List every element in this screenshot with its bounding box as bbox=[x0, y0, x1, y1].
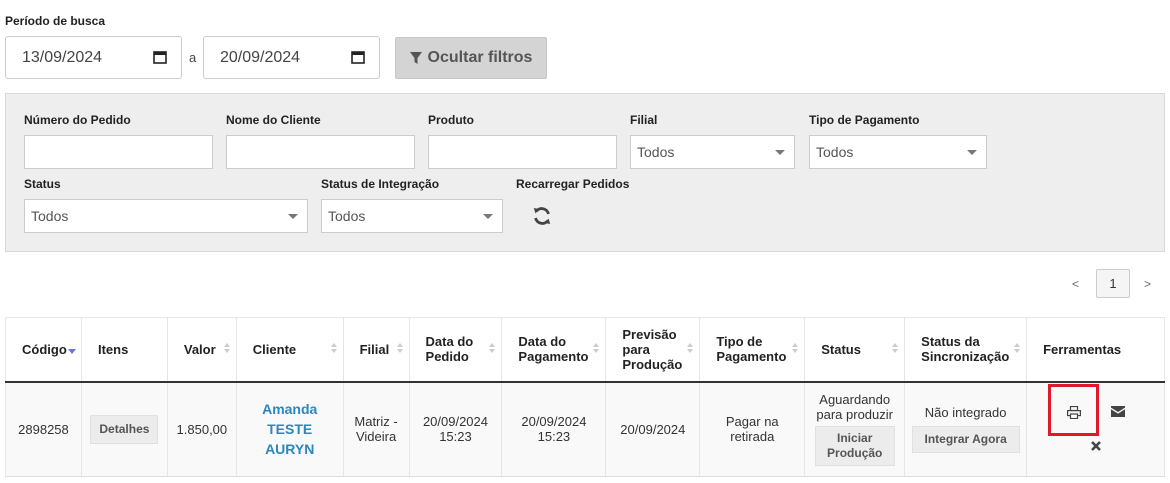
integrate-now-button[interactable]: Integrar Agora bbox=[911, 426, 1020, 454]
sort-icon bbox=[223, 343, 230, 353]
header-client[interactable]: Cliente bbox=[235, 317, 344, 383]
integration-status-select[interactable]: Todos bbox=[321, 199, 503, 233]
header-code[interactable]: Código bbox=[5, 317, 82, 383]
header-payment-date[interactable]: Data do Pagamento bbox=[501, 317, 606, 383]
filter-icon bbox=[409, 51, 422, 64]
header-value[interactable]: Valor bbox=[166, 317, 237, 383]
caret-down-icon bbox=[967, 150, 977, 155]
sort-icon bbox=[687, 343, 694, 353]
cell-payment-type: Pagar na retirada bbox=[699, 381, 805, 477]
product-label: Produto bbox=[428, 113, 474, 127]
payment-type-select[interactable]: Todos bbox=[809, 135, 987, 169]
cell-sync-status: Não integrado Integrar Agora bbox=[904, 381, 1027, 477]
start-production-button[interactable]: Iniciar Produção bbox=[814, 426, 895, 467]
sort-icon bbox=[892, 343, 899, 353]
end-date-value: 20/09/2024 bbox=[220, 49, 301, 66]
toggle-filters-label: Ocultar filtros bbox=[427, 49, 533, 66]
status-text: Aguardando para produzir bbox=[816, 392, 893, 423]
header-sync-status[interactable]: Status da Sincronização bbox=[904, 317, 1027, 383]
sync-status-text: Não integrado bbox=[924, 405, 1007, 421]
table-row: 2898258 Detalhes 1.850,00 Amanda TESTE A… bbox=[5, 381, 1165, 477]
toggle-filters-button[interactable]: Ocultar filtros bbox=[395, 37, 547, 79]
product-input[interactable] bbox=[428, 135, 617, 169]
header-tools: Ferramentas bbox=[1026, 317, 1165, 383]
cell-code: 2898258 bbox=[5, 381, 82, 477]
end-date-input[interactable]: 20/09/2024 bbox=[203, 36, 380, 79]
status-label: Status bbox=[24, 177, 61, 191]
header-branch[interactable]: Filial bbox=[342, 317, 410, 383]
caret-down-icon bbox=[483, 214, 493, 219]
branch-select[interactable]: Todos bbox=[630, 135, 795, 169]
integration-status-label: Status de Integração bbox=[321, 177, 440, 191]
caret-down-icon bbox=[775, 150, 785, 155]
sort-icon bbox=[396, 343, 403, 353]
client-name-input[interactable] bbox=[226, 135, 415, 169]
header-production-forecast[interactable]: Previsão para Produção bbox=[605, 317, 700, 383]
client-name-label: Nome do Cliente bbox=[226, 113, 321, 127]
reload-orders-label: Recarregar Pedidos bbox=[516, 177, 630, 191]
payment-type-label: Tipo de Pagamento bbox=[809, 113, 920, 127]
start-date-input[interactable]: 13/09/2024 bbox=[5, 36, 182, 79]
status-select-value: Todos bbox=[31, 208, 69, 224]
sort-desc-icon bbox=[68, 349, 76, 354]
order-number-label: Número do Pedido bbox=[24, 113, 131, 127]
sort-icon bbox=[489, 343, 496, 353]
sort-icon bbox=[330, 343, 337, 353]
search-period-label: Período de busca bbox=[5, 14, 106, 28]
payment-type-select-value: Todos bbox=[816, 144, 854, 160]
calendar-icon[interactable] bbox=[153, 50, 167, 64]
cell-status: Aguardando para produzir Iniciar Produçã… bbox=[804, 381, 905, 477]
cell-production-forecast: 20/09/2024 bbox=[605, 381, 700, 477]
envelope-icon[interactable] bbox=[1111, 406, 1125, 417]
cell-branch: Matriz - Videira bbox=[342, 381, 410, 477]
order-number-input[interactable] bbox=[24, 135, 213, 169]
details-button[interactable]: Detalhes bbox=[90, 414, 159, 444]
cell-order-date: 20/09/2024 15:23 bbox=[408, 381, 502, 477]
pagination-prev[interactable]: < bbox=[1072, 277, 1079, 291]
pagination-current-page[interactable]: 1 bbox=[1096, 269, 1130, 298]
integration-status-select-value: Todos bbox=[328, 208, 366, 224]
refresh-icon[interactable] bbox=[532, 206, 552, 226]
sort-icon bbox=[593, 343, 600, 353]
client-link[interactable]: Amanda TESTE AURYN bbox=[238, 399, 342, 459]
branch-label: Filial bbox=[630, 113, 658, 127]
cell-client: Amanda TESTE AURYN bbox=[235, 381, 344, 477]
caret-down-icon bbox=[288, 214, 298, 219]
cell-items: Detalhes bbox=[80, 381, 168, 477]
sort-icon bbox=[1014, 343, 1021, 353]
highlight-box bbox=[1048, 384, 1099, 436]
cell-payment-date: 20/09/2024 15:23 bbox=[501, 381, 606, 477]
calendar-icon[interactable] bbox=[351, 50, 365, 64]
header-payment-type[interactable]: Tipo de Pagamento bbox=[699, 317, 805, 383]
cell-value: 1.850,00 bbox=[166, 381, 237, 477]
branch-select-value: Todos bbox=[637, 144, 675, 160]
start-date-value: 13/09/2024 bbox=[22, 49, 103, 66]
orders-table: Código Itens Valor Cliente Filial Data d… bbox=[5, 317, 1165, 477]
header-order-date[interactable]: Data do Pedido bbox=[408, 317, 502, 383]
date-separator: a bbox=[189, 50, 197, 65]
header-items: Itens bbox=[80, 317, 168, 383]
header-status[interactable]: Status bbox=[804, 317, 905, 383]
status-select[interactable]: Todos bbox=[24, 199, 308, 233]
sort-icon bbox=[792, 343, 799, 353]
pagination-next[interactable]: > bbox=[1144, 277, 1151, 291]
close-icon[interactable] bbox=[1091, 441, 1101, 451]
